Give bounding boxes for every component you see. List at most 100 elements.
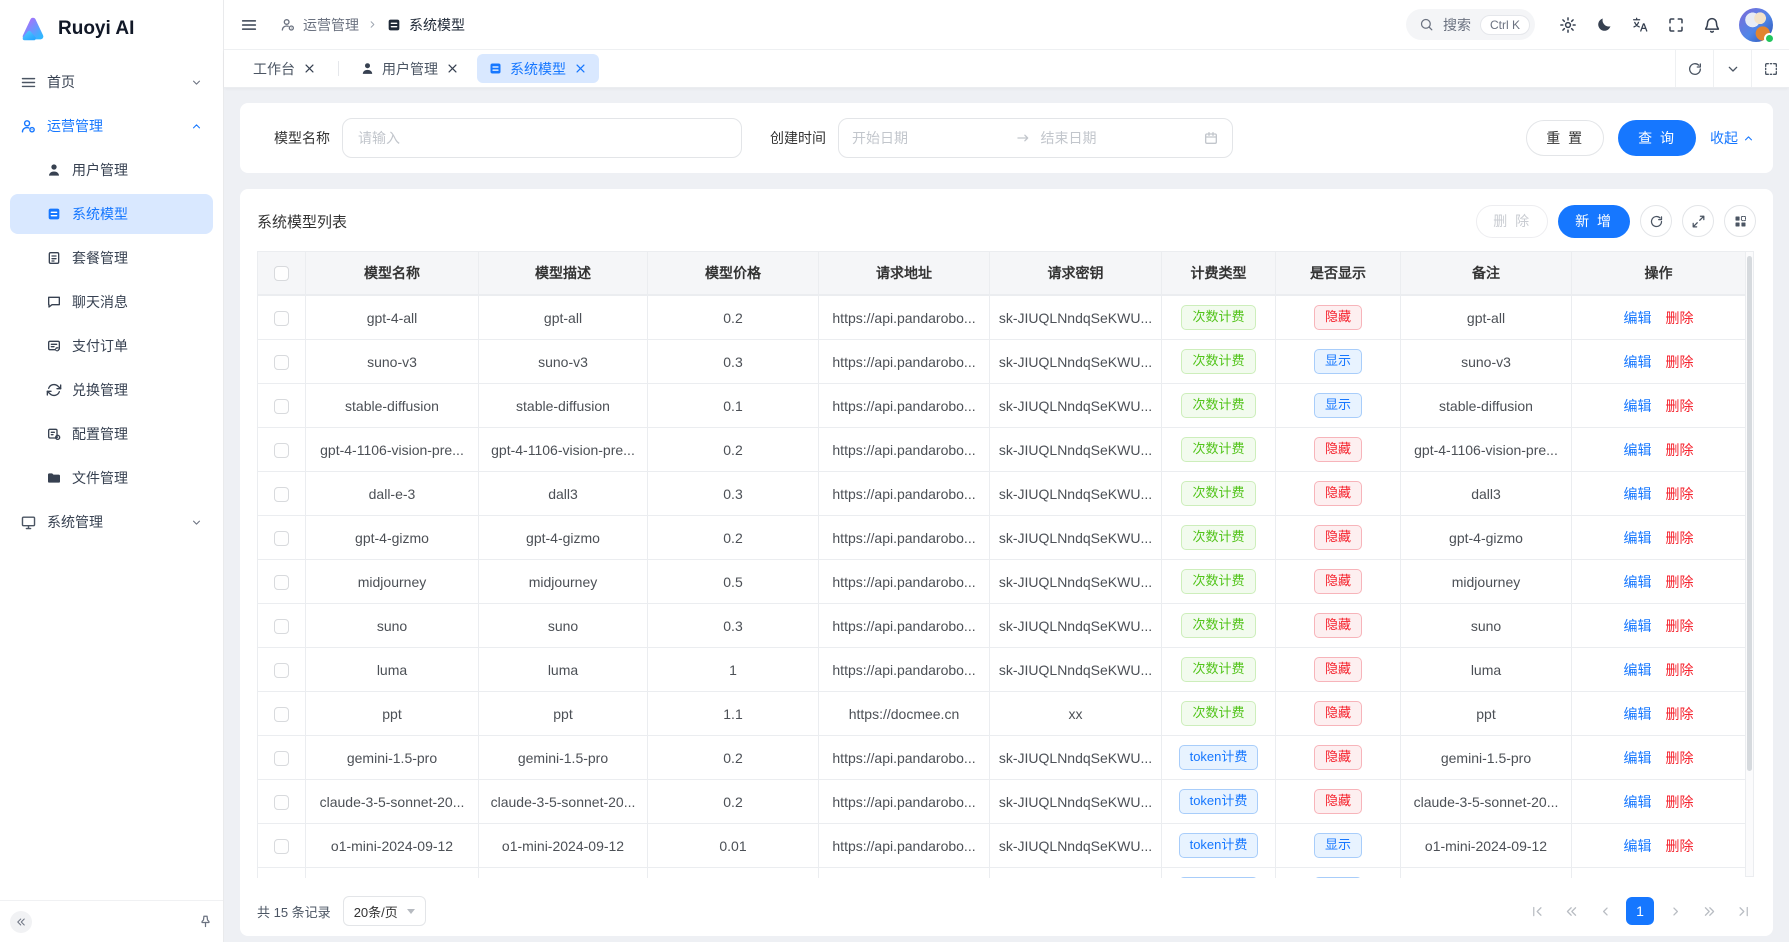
delete-link[interactable]: 删除	[1666, 398, 1694, 414]
table-expand-button[interactable]	[1682, 205, 1714, 237]
tabbar-chevron-down-button[interactable]	[1713, 50, 1751, 87]
delete-link[interactable]: 删除	[1666, 838, 1694, 854]
sidebar-item-chat-messages[interactable]: 聊天消息	[10, 282, 213, 322]
table-grid-button[interactable]	[1724, 205, 1756, 237]
row-checkbox[interactable]	[274, 355, 289, 370]
cell-model-price	[648, 868, 819, 879]
select-all-checkbox[interactable]	[274, 266, 289, 281]
sidebar-item-system-management[interactable]: 系统管理	[10, 502, 213, 542]
row-checkbox[interactable]	[274, 575, 289, 590]
delete-link[interactable]: 删除	[1666, 662, 1694, 678]
reset-button[interactable]: 重 置	[1526, 120, 1604, 156]
edit-link[interactable]: 编辑	[1624, 530, 1652, 546]
page-next-double-button[interactable]	[1696, 898, 1722, 924]
page-prev-double-button[interactable]	[1558, 898, 1584, 924]
row-checkbox[interactable]	[274, 619, 289, 634]
page-last-button[interactable]	[1730, 898, 1756, 924]
translate-button[interactable]	[1631, 16, 1649, 34]
row-checkbox[interactable]	[274, 487, 289, 502]
sidebar-item-user-management[interactable]: 用户管理	[10, 150, 213, 190]
pin-sidebar-button[interactable]	[198, 914, 213, 929]
cell-model-name: dall-e-3	[306, 472, 479, 516]
visibility-badge: 显示	[1314, 349, 1362, 373]
sidebar-item-config-management[interactable]: 配置管理	[10, 414, 213, 454]
cell-model-name: stable-diffusion	[306, 384, 479, 428]
delete-link[interactable]: 删除	[1666, 354, 1694, 370]
model-name-input[interactable]	[342, 118, 742, 158]
date-range-picker[interactable]: 开始日期 结束日期	[838, 118, 1233, 158]
page-first-icon	[1530, 904, 1545, 919]
sidebar-item-payment-orders[interactable]: 支付订单	[10, 326, 213, 366]
breadcrumb-item[interactable]: 系统模型	[386, 15, 465, 35]
close-icon[interactable]	[573, 61, 588, 76]
add-button[interactable]: 新 增	[1558, 205, 1630, 238]
delete-button[interactable]: 删 除	[1476, 205, 1548, 238]
row-checkbox[interactable]	[274, 531, 289, 546]
delete-link[interactable]: 删除	[1666, 442, 1694, 458]
bell-button[interactable]	[1703, 16, 1721, 34]
row-checkbox[interactable]	[274, 663, 289, 678]
page-next-button[interactable]	[1662, 898, 1688, 924]
search-input[interactable]: 搜索 Ctrl K	[1406, 9, 1535, 40]
tabbar-maximize-button[interactable]	[1751, 50, 1789, 87]
collapse-filter-link[interactable]: 收起	[1710, 128, 1755, 148]
edit-link[interactable]: 编辑	[1624, 794, 1652, 810]
settings-button[interactable]	[1559, 16, 1577, 34]
collapse-sidebar-button[interactable]	[10, 911, 32, 933]
row-checkbox[interactable]	[274, 707, 289, 722]
page-prev-button[interactable]	[1592, 898, 1618, 924]
fullscreen-button[interactable]	[1667, 16, 1685, 34]
search-button[interactable]: 查 询	[1618, 120, 1696, 156]
delete-link[interactable]: 删除	[1666, 530, 1694, 546]
menu-toggle-button[interactable]	[240, 16, 258, 34]
row-checkbox[interactable]	[274, 839, 289, 854]
tab-user-management[interactable]: 用户管理	[349, 54, 471, 83]
edit-link[interactable]: 编辑	[1624, 310, 1652, 326]
delete-link[interactable]: 删除	[1666, 618, 1694, 634]
delete-link[interactable]: 删除	[1666, 750, 1694, 766]
sidebar-item-system-model[interactable]: 系统模型	[10, 194, 213, 234]
page-size-select[interactable]: 20条/页	[343, 896, 426, 926]
sidebar-item-file-management[interactable]: 文件管理	[10, 458, 213, 498]
row-checkbox[interactable]	[274, 311, 289, 326]
edit-link[interactable]: 编辑	[1624, 618, 1652, 634]
breadcrumb-item[interactable]: 运营管理	[280, 15, 359, 35]
delete-link[interactable]: 删除	[1666, 486, 1694, 502]
brand-logo[interactable]: Ruoyi AI	[0, 0, 223, 58]
row-checkbox[interactable]	[274, 751, 289, 766]
edit-link[interactable]: 编辑	[1624, 398, 1652, 414]
page-number-current[interactable]: 1	[1626, 897, 1654, 925]
moon-button[interactable]	[1595, 16, 1613, 34]
delete-link[interactable]: 删除	[1666, 794, 1694, 810]
app-root: Ruoyi AI 首页 运营管理 用户管理 系统模型 套餐管理 聊天消息 支付订…	[0, 0, 1789, 942]
page-first-button[interactable]	[1524, 898, 1550, 924]
scrollbar-thumb[interactable]	[1747, 256, 1752, 771]
edit-link[interactable]: 编辑	[1624, 662, 1652, 678]
edit-link[interactable]: 编辑	[1624, 750, 1652, 766]
delete-link[interactable]: 删除	[1666, 310, 1694, 326]
edit-link[interactable]: 编辑	[1624, 838, 1652, 854]
edit-link[interactable]: 编辑	[1624, 486, 1652, 502]
row-checkbox[interactable]	[274, 443, 289, 458]
row-checkbox[interactable]	[274, 399, 289, 414]
sidebar-item-redeem-management[interactable]: 兑换管理	[10, 370, 213, 410]
tab-workbench[interactable]: 工作台	[242, 54, 328, 83]
close-icon[interactable]	[302, 61, 317, 76]
delete-link[interactable]: 删除	[1666, 574, 1694, 590]
delete-link[interactable]: 删除	[1666, 706, 1694, 722]
sidebar-item-operations[interactable]: 运营管理	[10, 106, 213, 146]
row-checkbox[interactable]	[274, 795, 289, 810]
close-icon[interactable]	[445, 61, 460, 76]
edit-link[interactable]: 编辑	[1624, 442, 1652, 458]
edit-link[interactable]: 编辑	[1624, 354, 1652, 370]
table-scrollbar[interactable]	[1745, 251, 1754, 877]
sidebar-item-home[interactable]: 首页	[10, 62, 213, 102]
tabbar-refresh-button[interactable]	[1675, 50, 1713, 87]
edit-link[interactable]: 编辑	[1624, 574, 1652, 590]
table-refresh-button[interactable]	[1640, 205, 1672, 237]
edit-link[interactable]: 编辑	[1624, 706, 1652, 722]
tab-system-model[interactable]: 系统模型	[477, 54, 599, 83]
pagination-bar: 共 15 条记录 20条/页 1	[257, 888, 1756, 926]
sidebar-item-package-management[interactable]: 套餐管理	[10, 238, 213, 278]
user-avatar[interactable]	[1739, 8, 1773, 42]
